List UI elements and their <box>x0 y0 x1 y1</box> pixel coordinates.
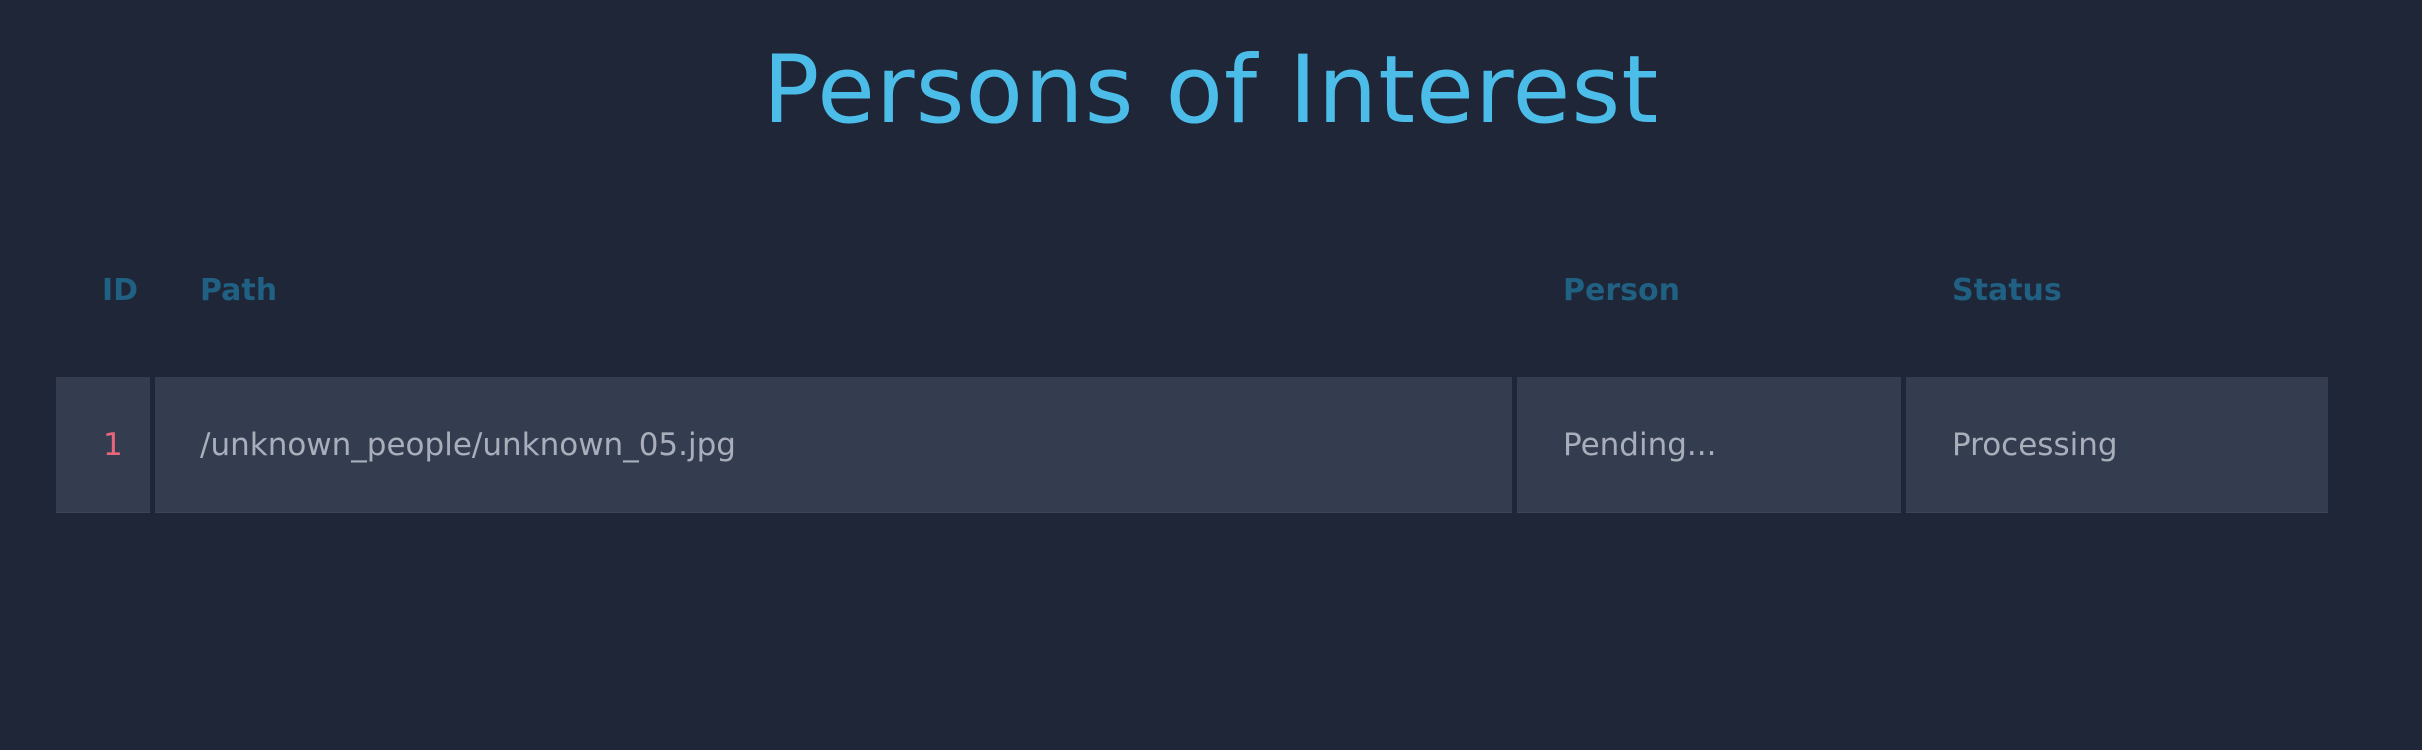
column-header-path: Path <box>200 273 278 308</box>
cell-path: /unknown_people/unknown_05.jpg <box>155 377 1512 513</box>
column-header-status: Status <box>1952 273 2062 308</box>
row-id: 1 <box>103 427 123 463</box>
results-table: ID Path Person Status 1 /unknown_people/… <box>56 0 2328 750</box>
row-path: /unknown_people/unknown_05.jpg <box>200 427 736 463</box>
cell-person: Pending... <box>1517 377 1901 513</box>
table-row: 1 /unknown_people/unknown_05.jpg Pending… <box>56 377 2328 513</box>
table-header-row: ID Path Person Status <box>56 270 2328 312</box>
cell-id: 1 <box>56 377 150 513</box>
cell-status: Processing <box>1906 377 2328 513</box>
row-status: Processing <box>1952 427 2118 463</box>
row-person: Pending... <box>1563 427 1717 463</box>
column-header-id: ID <box>102 273 139 308</box>
column-header-person: Person <box>1563 273 1680 308</box>
